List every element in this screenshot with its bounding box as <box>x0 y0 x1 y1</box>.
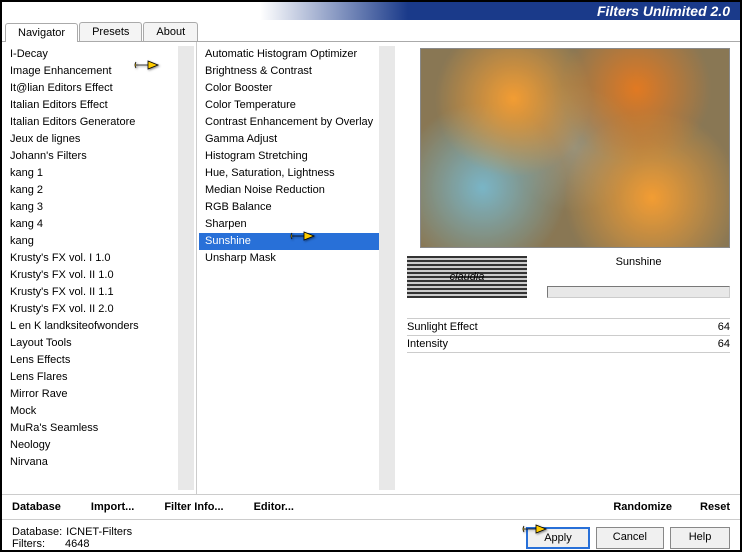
filters-label: Filters: <box>12 538 45 550</box>
list-item[interactable]: Median Noise Reduction <box>199 182 395 199</box>
list-item[interactable]: Lens Effects <box>4 352 194 369</box>
param-row: Sunlight Effect 64 <box>407 319 730 335</box>
help-button[interactable]: Help <box>670 527 730 549</box>
status-bar: Database: ICNET-Filters Filters: 4648 Ap… <box>2 520 740 556</box>
scrollbar[interactable] <box>178 46 194 490</box>
list-item[interactable]: Lens Flares <box>4 369 194 386</box>
list-item[interactable]: Layout Tools <box>4 335 194 352</box>
import-button[interactable]: Import... <box>91 501 134 513</box>
preview-image <box>420 48 730 248</box>
tab-presets[interactable]: Presets <box>79 22 142 41</box>
param-value: 64 <box>718 321 730 333</box>
list-item[interactable]: Sunshine <box>199 233 395 250</box>
list-item[interactable]: kang 1 <box>4 165 194 182</box>
param-name: Intensity <box>407 338 448 350</box>
db-value: ICNET-Filters <box>66 526 132 538</box>
list-item[interactable]: Histogram Stretching <box>199 148 395 165</box>
list-item[interactable]: Sharpen <box>199 216 395 233</box>
list-item[interactable]: Contrast Enhancement by Overlay <box>199 114 395 131</box>
list-item[interactable]: Unsharp Mask <box>199 250 395 267</box>
list-item[interactable]: Krusty's FX vol. II 2.0 <box>4 301 194 318</box>
list-item[interactable]: Mock <box>4 403 194 420</box>
progress-bar <box>547 286 730 298</box>
randomize-button[interactable]: Randomize <box>613 501 672 513</box>
filter-info-button[interactable]: Filter Info... <box>164 501 223 513</box>
list-item[interactable]: kang 3 <box>4 199 194 216</box>
category-list-panel: I-DecayImage EnhancementIt@lian Editors … <box>2 42 197 494</box>
list-item[interactable]: I-Decay <box>4 46 194 63</box>
scrollbar[interactable] <box>379 46 395 490</box>
list-item[interactable]: Color Temperature <box>199 97 395 114</box>
list-item[interactable]: Neology <box>4 437 194 454</box>
filter-list-panel: Automatic Histogram OptimizerBrightness … <box>197 42 397 494</box>
param-value: 64 <box>718 338 730 350</box>
list-item[interactable]: Gamma Adjust <box>199 131 395 148</box>
list-item[interactable]: Hue, Saturation, Lightness <box>199 165 395 182</box>
logo: claudia <box>407 256 527 298</box>
list-item[interactable]: Krusty's FX vol. I 1.0 <box>4 250 194 267</box>
list-item[interactable]: Krusty's FX vol. II 1.1 <box>4 284 194 301</box>
list-item[interactable]: Nirvana <box>4 454 194 471</box>
editor-button[interactable]: Editor... <box>254 501 294 513</box>
list-item[interactable]: Mirror Rave <box>4 386 194 403</box>
params: Sunlight Effect 64 Intensity 64 <box>407 318 730 353</box>
cancel-button[interactable]: Cancel <box>596 527 664 549</box>
list-item[interactable]: Italian Editors Effect <box>4 97 194 114</box>
tab-about[interactable]: About <box>143 22 198 41</box>
header: Filters Unlimited 2.0 <box>2 2 740 20</box>
list-item[interactable]: Image Enhancement <box>4 63 194 80</box>
list-item[interactable]: RGB Balance <box>199 199 395 216</box>
reset-button[interactable]: Reset <box>700 501 730 513</box>
apply-button[interactable]: Apply <box>526 527 590 549</box>
filters-value: 4648 <box>65 538 89 550</box>
tab-navigator[interactable]: Navigator <box>5 23 78 42</box>
bottom-bar: Database Import... Filter Info... Editor… <box>2 495 740 519</box>
list-item[interactable]: kang 4 <box>4 216 194 233</box>
app-title: Filters Unlimited 2.0 <box>597 3 730 19</box>
param-name: Sunlight Effect <box>407 321 478 333</box>
list-item[interactable]: MuRa's Seamless <box>4 420 194 437</box>
list-item[interactable]: Johann's Filters <box>4 148 194 165</box>
current-filter-name: Sunshine <box>547 256 730 268</box>
list-item[interactable]: kang 2 <box>4 182 194 199</box>
preview-panel: claudia Sunshine Sunlight Effect64Intens… <box>397 42 740 494</box>
list-item[interactable]: Color Booster <box>199 80 395 97</box>
list-item[interactable]: L en K landksiteofwonders <box>4 318 194 335</box>
list-item[interactable]: It@lian Editors Effect <box>4 80 194 97</box>
list-item[interactable]: Jeux de lignes <box>4 131 194 148</box>
list-item[interactable]: Brightness & Contrast <box>199 63 395 80</box>
category-list[interactable]: I-DecayImage EnhancementIt@lian Editors … <box>4 46 194 490</box>
db-label: Database: <box>12 526 62 538</box>
main: I-DecayImage EnhancementIt@lian Editors … <box>2 42 740 494</box>
tabs: Navigator Presets About <box>2 22 740 42</box>
list-item[interactable]: kang <box>4 233 194 250</box>
list-item[interactable]: Italian Editors Generatore <box>4 114 194 131</box>
param-row: Intensity 64 <box>407 336 730 352</box>
list-item[interactable]: Krusty's FX vol. II 1.0 <box>4 267 194 284</box>
database-button[interactable]: Database <box>12 501 61 513</box>
list-item[interactable]: Automatic Histogram Optimizer <box>199 46 395 63</box>
filter-list[interactable]: Automatic Histogram OptimizerBrightness … <box>199 46 395 490</box>
